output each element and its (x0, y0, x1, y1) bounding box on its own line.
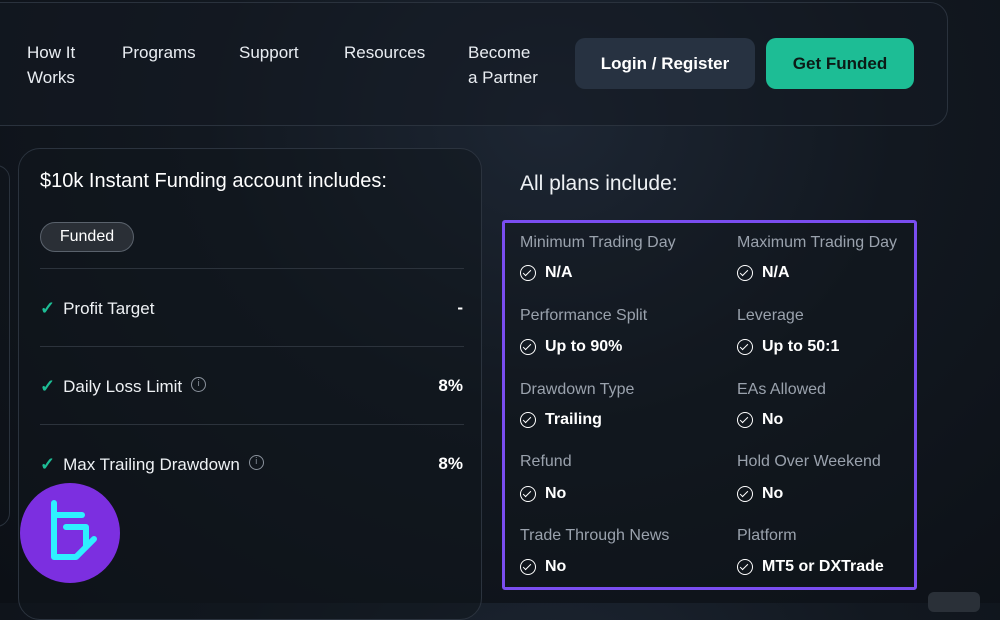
feature-value-text: No (762, 485, 784, 502)
divider (40, 346, 464, 347)
feature-value: N/A (520, 264, 573, 282)
nav-become-partner[interactable]: Become a Partner (468, 40, 538, 90)
row-max-trailing-drawdown: ✓ Max Trailing Drawdown i (40, 454, 264, 475)
circle-check-icon (737, 412, 753, 428)
nav-programs[interactable]: Programs (122, 40, 196, 65)
feature-value-text: Trailing (545, 411, 602, 428)
funded-badge-label: Funded (59, 228, 115, 245)
feature-value: Trailing (520, 411, 602, 429)
feature-value-text: No (545, 558, 567, 575)
row-profit-target-label: Profit Target (63, 298, 155, 318)
row-max-trailing-drawdown-value: 8% (438, 454, 463, 473)
circle-check-icon (737, 339, 753, 355)
feature-value: No (737, 485, 783, 503)
check-icon: ✓ (40, 376, 56, 396)
nav-support[interactable]: Support (239, 40, 299, 65)
circle-check-icon (737, 265, 753, 281)
feature-label: Drawdown Type (520, 381, 635, 398)
feature-value: No (520, 558, 566, 576)
get-funded-button[interactable]: Get Funded (766, 38, 914, 89)
nav-how-it-works[interactable]: How It Works (27, 40, 75, 90)
circle-check-icon (737, 486, 753, 502)
plan-title: $10k Instant Funding account includes: (40, 170, 387, 192)
feature-label: Trade Through News (520, 527, 670, 544)
divider (40, 268, 464, 269)
feature-value-text: N/A (545, 264, 573, 281)
feature-value: Up to 50:1 (737, 338, 839, 356)
nav-resources-label: Resources (344, 43, 426, 62)
feature-label: Minimum Trading Day (520, 234, 676, 251)
info-icon[interactable]: i (191, 377, 207, 392)
feature-value-text: Up to 90% (545, 338, 623, 355)
row-daily-loss-limit-label: Daily Loss Limit (63, 376, 183, 396)
circle-check-icon (737, 559, 753, 575)
feature-value-text: No (762, 411, 784, 428)
feature-label: Maximum Trading Day (737, 234, 898, 251)
feature-value: N/A (737, 264, 790, 282)
feature-value: No (737, 411, 783, 429)
row-profit-target-value: - (457, 298, 463, 317)
circle-check-icon (520, 486, 536, 502)
circle-check-icon (520, 265, 536, 281)
brand-logo (20, 483, 120, 583)
feature-value-text: N/A (762, 264, 790, 281)
feature-value: No (520, 485, 566, 503)
feature-label: EAs Allowed (737, 381, 826, 398)
feature-label: Refund (520, 453, 572, 470)
login-register-button[interactable]: Login / Register (575, 38, 755, 89)
nav-programs-label: Programs (122, 43, 196, 62)
previous-card-edge (0, 165, 10, 527)
funded-badge: Funded (40, 222, 134, 252)
info-icon[interactable]: i (248, 455, 264, 470)
row-daily-loss-limit: ✓ Daily Loss Limit i (40, 376, 207, 397)
feature-value-text: MT5 or DXTrade (762, 558, 884, 575)
circle-check-icon (520, 412, 536, 428)
feature-value: MT5 or DXTrade (737, 558, 884, 576)
divider (40, 424, 464, 425)
check-icon: ✓ (40, 454, 56, 474)
feature-label: Leverage (737, 307, 804, 324)
logo-mark-icon (51, 500, 97, 560)
circle-check-icon (520, 339, 536, 355)
feature-value-text: No (545, 485, 567, 502)
nav-how-it-works-line1: How It (27, 43, 76, 62)
nav-support-label: Support (239, 43, 299, 62)
row-profit-target: ✓ Profit Target (40, 298, 154, 319)
nav-resources[interactable]: Resources (344, 40, 425, 65)
circle-check-icon (520, 559, 536, 575)
feature-value-text: Up to 50:1 (762, 338, 840, 355)
scroll-button[interactable] (928, 592, 980, 612)
feature-label: Platform (737, 527, 797, 544)
row-max-trailing-drawdown-label: Max Trailing Drawdown (63, 454, 240, 474)
feature-label: Performance Split (520, 307, 648, 324)
feature-label: Hold Over Weekend (737, 453, 881, 470)
nav-become-partner-line1: Become (468, 43, 531, 62)
login-register-label: Login / Register (600, 53, 730, 73)
feature-value: Up to 90% (520, 338, 622, 356)
check-icon: ✓ (40, 298, 56, 318)
nav-become-partner-line2: a Partner (468, 68, 538, 87)
all-plans-title: All plans include: (520, 172, 678, 195)
nav-how-it-works-line2: Works (27, 68, 75, 87)
get-funded-label: Get Funded (792, 53, 888, 73)
row-daily-loss-limit-value: 8% (438, 376, 463, 395)
